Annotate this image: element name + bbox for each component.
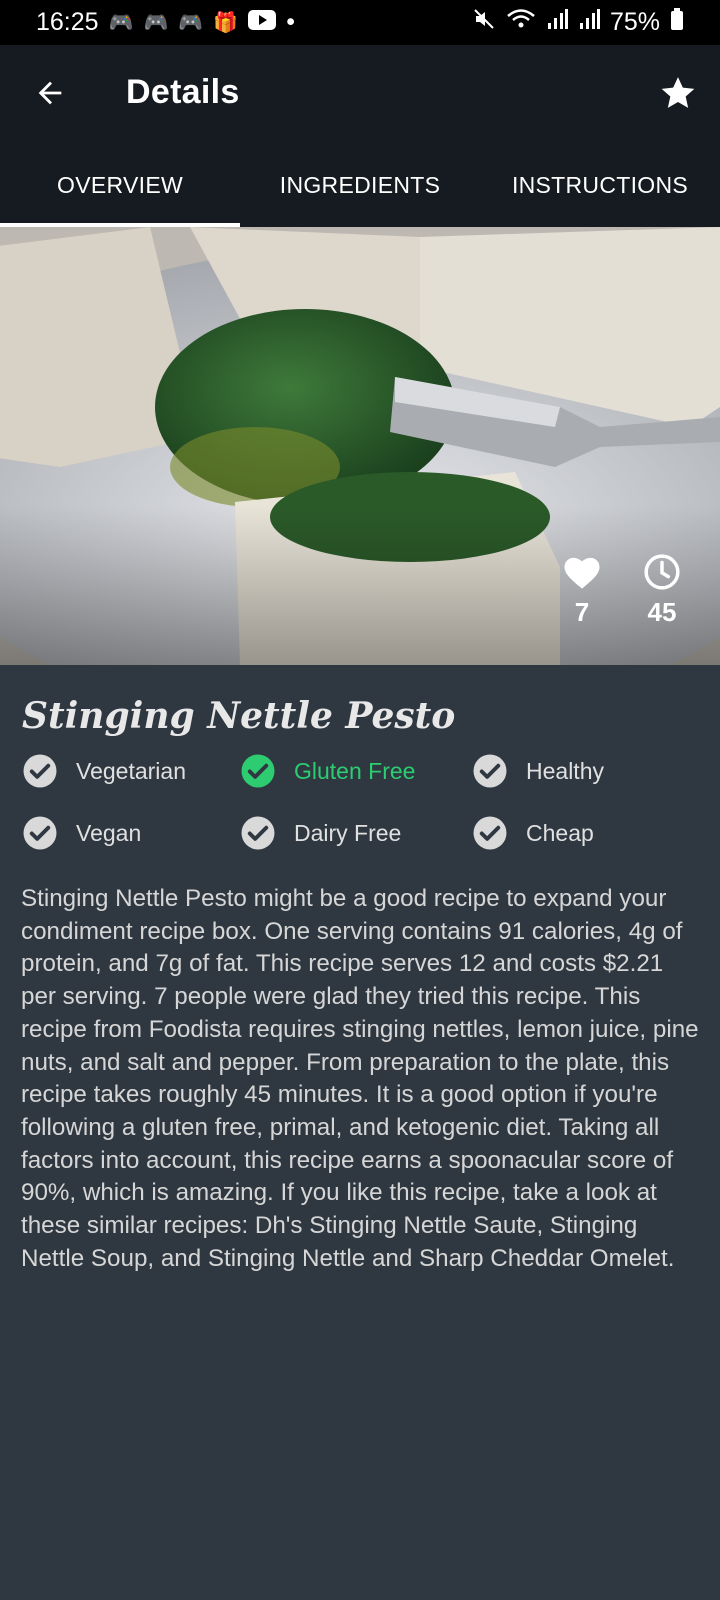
tab-ingredients[interactable]: INGREDIENTS xyxy=(240,143,480,227)
signal-icon xyxy=(578,7,600,38)
tag-label: Vegan xyxy=(76,819,142,846)
battery-level: 75% xyxy=(609,8,660,36)
page-title: Details xyxy=(126,73,240,111)
tag-label: Healthy xyxy=(526,757,604,784)
check-circle-icon xyxy=(473,754,507,788)
arrow-left-icon xyxy=(38,81,62,105)
tag-label: Cheap xyxy=(526,819,594,846)
favorite-button[interactable] xyxy=(656,71,700,115)
clock-icon xyxy=(644,554,680,590)
tag-dairy-free: Dairy Free xyxy=(240,815,472,851)
image-gradient xyxy=(0,505,720,665)
check-circle-icon xyxy=(241,754,275,788)
status-right: 75% xyxy=(472,7,684,38)
tab-bar: OVERVIEW INGREDIENTS INSTRUCTIONS xyxy=(0,143,720,227)
status-left: 16:25 🎮 🎮 🎮 🎁 • xyxy=(36,8,295,37)
tab-overview[interactable]: OVERVIEW xyxy=(0,143,240,227)
tag-vegan: Vegan xyxy=(22,815,240,851)
tag-vegetarian: Vegetarian xyxy=(22,753,240,789)
gamepad-icon: 🎮 xyxy=(143,12,169,34)
tag-label: Gluten Free xyxy=(294,757,416,784)
diet-tags: Vegetarian Gluten Free Healthy Vegan Dai… xyxy=(22,753,712,851)
signal-icon xyxy=(546,7,568,38)
check-circle-icon xyxy=(23,754,57,788)
tag-gluten-free: Gluten Free xyxy=(240,753,472,789)
time-stat: 45 xyxy=(632,553,692,628)
dot-icon: • xyxy=(286,8,295,36)
tag-cheap: Cheap xyxy=(472,815,702,851)
tab-instructions[interactable]: INSTRUCTIONS xyxy=(480,143,720,227)
likes-count: 7 xyxy=(574,597,590,627)
check-circle-icon xyxy=(23,816,57,850)
star-icon xyxy=(661,77,695,108)
status-time: 16:25 xyxy=(36,8,99,36)
gamepad-icon: 🎮 xyxy=(178,12,204,34)
check-circle-icon xyxy=(241,816,275,850)
recipe-summary: Stinging Nettle Pesto might be a good re… xyxy=(21,885,699,1272)
recipe-title: Stinging Nettle Pesto xyxy=(22,695,456,737)
youtube-icon xyxy=(248,8,277,37)
time-minutes: 45 xyxy=(647,597,677,627)
recipe-image: 7 45 xyxy=(0,227,720,665)
tag-label: Dairy Free xyxy=(294,819,402,846)
heart-icon xyxy=(564,557,600,589)
overview-content: Stinging Nettle Pesto Vegetarian Gluten … xyxy=(0,665,720,1600)
tag-healthy: Healthy xyxy=(472,753,702,789)
back-button[interactable] xyxy=(30,73,70,113)
battery-icon xyxy=(670,7,684,38)
tag-label: Vegetarian xyxy=(76,757,186,784)
check-circle-icon xyxy=(473,816,507,850)
wifi-icon xyxy=(506,7,536,38)
app-bar: Details xyxy=(0,45,720,143)
mute-icon xyxy=(472,7,496,38)
status-bar: 16:25 🎮 🎮 🎮 🎁 • 75% xyxy=(0,0,720,45)
likes-stat: 7 xyxy=(552,553,612,628)
gamepad-icon: 🎮 xyxy=(108,12,134,34)
gift-icon: 🎁 xyxy=(213,12,239,34)
